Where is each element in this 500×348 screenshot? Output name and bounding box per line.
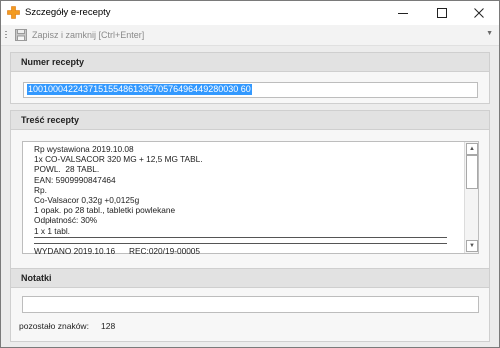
prescription-line: POWL. 28 TABL. (34, 164, 100, 175)
group-title: Notatki (21, 273, 52, 283)
medical-cross-icon (7, 6, 20, 19)
remaining-chars-label: pozostało znaków: (19, 321, 89, 331)
window-title: Szczegóły e-recepty (25, 7, 111, 18)
prescription-text: Rp wystawiona 2019.10.08 1x CO-VALSACOR … (23, 144, 464, 256)
scroll-down-icon[interactable]: ▼ (466, 240, 478, 252)
toolbar: Zapisz i zamknij [Ctrl+Enter] ▼ (1, 25, 499, 46)
minimize-button[interactable] (385, 1, 421, 25)
prescription-number-value[interactable]: 1001000422437151554861395705764964492800… (27, 84, 252, 95)
prescription-line: EAN: 5909990847464 (34, 174, 116, 185)
close-icon (474, 8, 484, 18)
title-bar[interactable]: Szczegóły e-recepty (1, 1, 499, 25)
save-close-icon[interactable] (15, 29, 27, 41)
double-divider (34, 236, 447, 244)
scroll-thumb[interactable] (466, 155, 478, 189)
group-title: Numer recepty (21, 57, 85, 67)
prescription-number-field[interactable]: 1001000422437151554861395705764964492800… (23, 82, 478, 98)
minimize-icon (398, 13, 408, 14)
prescription-line: Odpłatność: 30% (34, 215, 98, 226)
save-close-button[interactable]: Zapisz i zamknij [Ctrl+Enter] (32, 30, 144, 40)
group-header: Numer recepty (11, 53, 489, 72)
remaining-chars-count: 128 (101, 321, 116, 331)
group-header: Notatki (11, 269, 489, 288)
prescription-line: 1x CO-VALSACOR 320 MG + 12,5 MG TABL. (34, 154, 203, 165)
prescription-line: 1 x 1 tabl. (34, 225, 70, 236)
toolbar-overflow-icon[interactable]: ▼ (486, 30, 493, 37)
issued-line: WYDANO 2019.10.16 REC:020/19-00005 (34, 245, 201, 256)
group-title: Treść recepty (21, 115, 80, 125)
vertical-scrollbar[interactable]: ▲ ▼ (464, 142, 478, 253)
prescription-line: Rp wystawiona 2019.10.08 (34, 144, 134, 154)
prescription-content-field[interactable]: Rp wystawiona 2019.10.08 1x CO-VALSACOR … (22, 141, 479, 256)
scroll-up-icon[interactable]: ▲ (466, 143, 478, 155)
group-header: Treść recepty (11, 111, 489, 130)
prescription-line: Co-Valsacor 0,32g +0,0125g (34, 194, 140, 205)
toolbar-grip[interactable] (5, 31, 7, 40)
maximize-icon (437, 8, 447, 18)
prescription-line: Rp. (34, 184, 47, 195)
notes-input[interactable] (22, 296, 479, 313)
prescription-line: 1 opak. po 28 tabl., tabletki powlekane (34, 205, 176, 216)
maximize-button[interactable] (424, 1, 460, 25)
close-button[interactable] (461, 1, 497, 25)
